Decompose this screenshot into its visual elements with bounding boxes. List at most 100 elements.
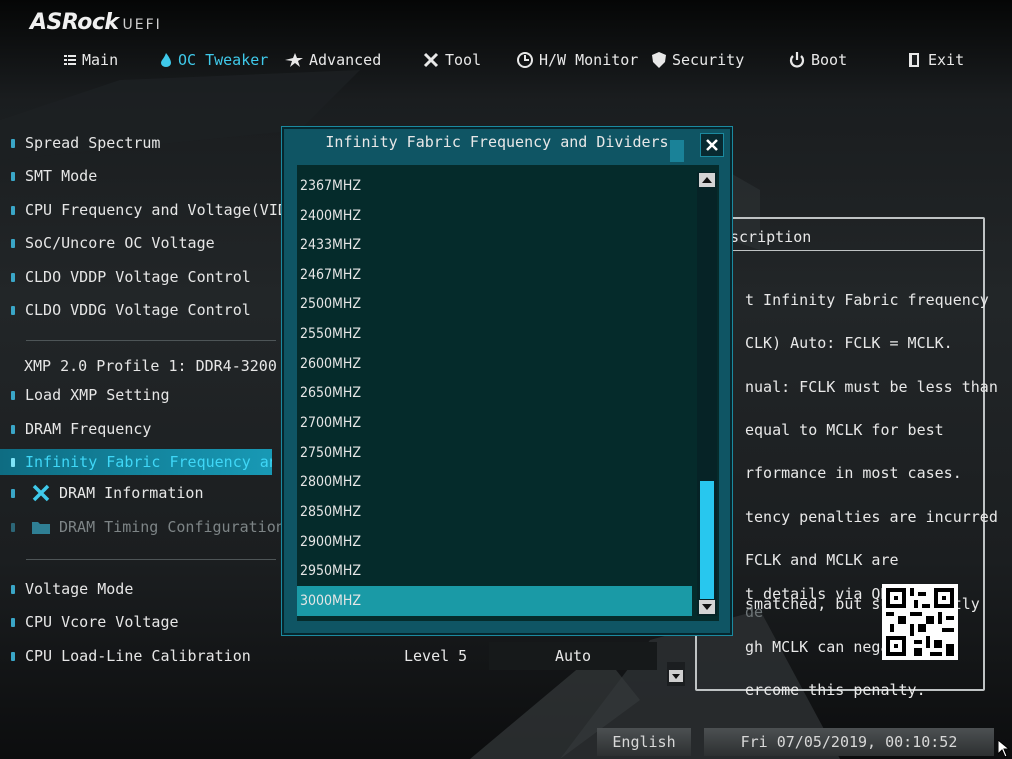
qr-hint-line: de <box>745 603 764 621</box>
dialog-title-scroll-marker <box>670 140 684 162</box>
option-item[interactable]: 2500MHZ <box>297 289 692 319</box>
scroll-down-button[interactable] <box>699 600 715 614</box>
bullet-icon <box>11 390 15 400</box>
bullet-icon <box>11 205 15 215</box>
menu-item-infinity-fabric[interactable]: Infinity Fabric Frequency and Dividers <box>0 449 272 475</box>
menu-item-load-xmp[interactable]: Load XMP Setting <box>0 382 290 408</box>
menu-item-dram-timing[interactable]: DRAM Timing Configuration <box>0 514 290 540</box>
bullet-icon <box>11 584 15 594</box>
option-item[interactable]: 2700MHZ <box>297 408 692 438</box>
qr-hint-line: t details via QR <box>745 585 890 603</box>
description-line: tency penalties are incurred <box>745 507 998 526</box>
tab-exit[interactable]: Exit <box>908 48 964 72</box>
tab-advanced-label: Advanced <box>309 51 382 69</box>
tools-icon <box>423 52 439 68</box>
option-item[interactable]: 2467MHZ <box>297 260 692 290</box>
option-item[interactable]: 2600MHZ <box>297 349 692 379</box>
menu-item-cldo-vddp[interactable]: CLDO VDDP Voltage Control <box>0 264 290 290</box>
dialog-close-button[interactable] <box>700 133 724 157</box>
qr-hint-text: t details via QR de <box>745 585 890 621</box>
scrollbar-thumb[interactable] <box>700 481 714 599</box>
option-item-selected[interactable]: 3000MHZ <box>297 586 692 616</box>
bullet-icon <box>11 617 15 627</box>
option-item[interactable]: 2950MHZ <box>297 556 692 586</box>
menu-item-label: CPU Load-Line Calibration <box>25 647 251 665</box>
monitor-icon <box>517 52 533 68</box>
menu-item-label: CPU Frequency and Voltage(VID) Change <box>25 201 290 219</box>
menu-item-cldo-vddg[interactable]: CLDO VDDG Voltage Control <box>0 297 290 323</box>
arrow-down-icon <box>702 604 712 610</box>
tab-hw-monitor[interactable]: H/W Monitor <box>517 48 638 72</box>
menu-item-cpu-llc[interactable]: CPU Load-Line Calibration <box>0 643 290 669</box>
menu-item-label: DRAM Timing Configuration <box>59 518 285 536</box>
bullet-icon <box>11 424 15 434</box>
bullet-icon <box>11 457 15 467</box>
menu-item-smt-mode[interactable]: SMT Mode <box>0 163 290 189</box>
tab-oc-tweaker[interactable]: OC Tweaker <box>160 48 268 72</box>
page-scroll-down[interactable] <box>667 662 685 686</box>
tab-main[interactable]: Main <box>64 48 118 72</box>
menu-item-label: CLDO VDDG Voltage Control <box>25 301 251 319</box>
xmp-profile-info: XMP 2.0 Profile 1: DDR4-3200 15-15-15-35… <box>0 353 290 379</box>
option-item[interactable]: 2650MHZ <box>297 378 692 408</box>
dialog-title: Infinity Fabric Frequency and Dividers <box>325 133 669 151</box>
qr-code-icon <box>882 584 958 660</box>
option-item[interactable]: 2433MHZ <box>297 230 692 260</box>
description-line: FCLK and MCLK are <box>745 551 899 570</box>
qr-code-image <box>882 584 958 660</box>
asrock-logo: ASRock UEFI <box>30 10 162 35</box>
close-icon <box>706 139 718 151</box>
description-line: ercome this penalty. <box>745 681 926 700</box>
language-button[interactable]: English <box>597 728 691 756</box>
menu-item-voltage-mode[interactable]: Voltage Mode <box>0 576 290 602</box>
shield-icon <box>652 52 666 68</box>
menu-item-cpu-vcore[interactable]: CPU Vcore Voltage <box>0 609 290 635</box>
tab-tool[interactable]: Tool <box>423 48 481 72</box>
option-item[interactable]: 2750MHZ <box>297 438 692 468</box>
menu-item-soc-uncore-voltage[interactable]: SoC/Uncore OC Voltage <box>0 230 290 256</box>
tab-security-label: Security <box>672 51 745 69</box>
tools-icon <box>32 484 50 502</box>
exit-icon <box>909 53 919 67</box>
tab-hw-monitor-label: H/W Monitor <box>539 51 639 69</box>
tab-advanced[interactable]: Advanced <box>285 48 381 72</box>
llc-value-select[interactable]: Auto <box>489 642 657 670</box>
menu-item-cpu-frequency-voltage[interactable]: CPU Frequency and Voltage(VID) Change <box>0 197 290 223</box>
description-divider <box>697 250 983 251</box>
menu-item-label: SMT Mode <box>25 167 98 185</box>
bullet-icon <box>11 138 15 148</box>
list-icon <box>64 55 76 65</box>
option-item[interactable]: 2800MHZ <box>297 467 692 497</box>
menu-item-label: CPU Vcore Voltage <box>25 613 179 631</box>
menu-item-label: CLDO VDDP Voltage Control <box>25 268 251 286</box>
option-item[interactable]: 2550MHZ <box>297 319 692 349</box>
menu-item-label: Load XMP Setting <box>25 386 170 404</box>
description-line: CLK) Auto: FCLK = MCLK. <box>745 334 953 353</box>
menu-item-label: Spread Spectrum <box>25 134 161 152</box>
tab-security[interactable]: Security <box>652 48 744 72</box>
arrow-up-icon <box>702 177 712 183</box>
menu-item-label: DRAM Frequency <box>25 420 152 438</box>
mouse-cursor-icon <box>998 740 1010 758</box>
menu-item-dram-information[interactable]: DRAM Information <box>0 480 290 506</box>
menu-item-label: Voltage Mode <box>25 580 134 598</box>
tab-main-label: Main <box>82 51 119 69</box>
tab-exit-label: Exit <box>928 51 965 69</box>
option-item[interactable]: 2900MHZ <box>297 527 692 557</box>
star-icon <box>285 53 303 67</box>
description-line: nual: FCLK must be less than <box>745 377 998 396</box>
option-item[interactable]: 2400MHZ <box>297 201 692 231</box>
bullet-icon <box>11 651 15 661</box>
menu-item-spread-spectrum[interactable]: Spread Spectrum <box>0 130 290 156</box>
description-line: rformance in most cases. <box>745 464 962 483</box>
option-item[interactable]: 2850MHZ <box>297 497 692 527</box>
scroll-up-button[interactable] <box>699 173 715 187</box>
datetime-display: Fri 07/05/2019, 00:10:52 <box>704 728 994 756</box>
xmp-profile-label: XMP 2.0 Profile 1: DDR4-3200 15-15-15-35… <box>24 357 290 375</box>
tab-boot[interactable]: Boot <box>789 48 847 72</box>
description-line: equal to MCLK for best <box>745 420 944 439</box>
bullet-icon <box>11 272 15 282</box>
option-item[interactable]: 2367MHZ <box>297 171 692 201</box>
menu-item-dram-frequency[interactable]: DRAM Frequency <box>0 416 290 442</box>
folder-icon <box>32 522 50 534</box>
